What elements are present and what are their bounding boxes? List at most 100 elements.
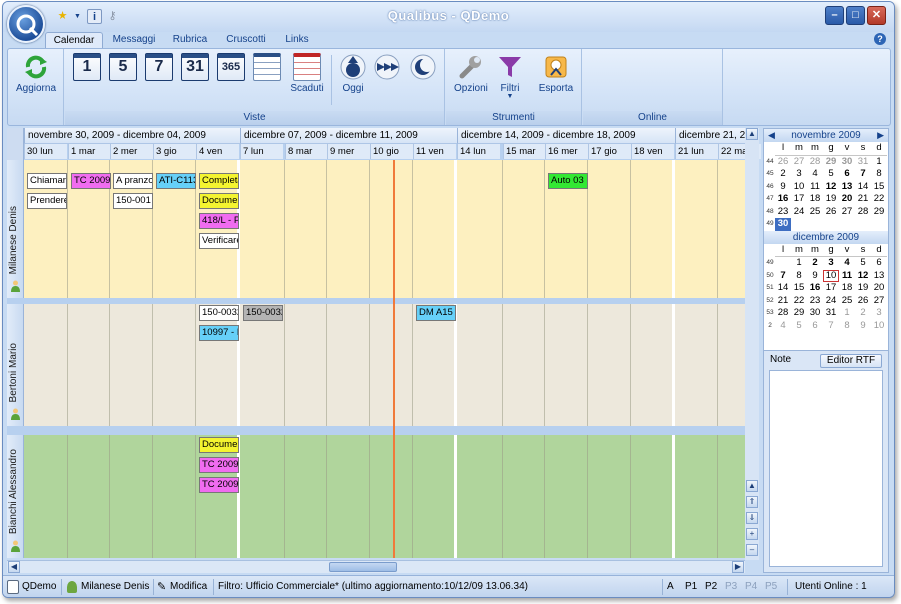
tab-calendar[interactable]: Calendar [45, 32, 103, 48]
day-cell[interactable]: 27 [871, 295, 887, 308]
notes-textarea[interactable] [769, 370, 883, 567]
appointment[interactable]: Completa [199, 173, 239, 189]
day-cell[interactable]: 17 [823, 282, 839, 295]
view-1-day-button[interactable]: 1 [73, 53, 101, 81]
day-cell[interactable]: 26 [775, 156, 791, 169]
view-7-days-button[interactable]: 7 [145, 53, 173, 81]
day-cell[interactable]: 5 [791, 320, 807, 333]
day-header[interactable]: 4 ven [196, 144, 239, 159]
day-cell[interactable]: 13 [871, 270, 887, 283]
status-p3[interactable]: P3 [725, 579, 737, 595]
day-header[interactable]: 30 lun [24, 144, 67, 159]
appointment[interactable]: DM A15 - [416, 305, 456, 321]
day-cell[interactable]: 19 [823, 193, 839, 206]
view-grid-button[interactable] [253, 53, 281, 81]
scroll-right-icon[interactable]: ▶ [732, 561, 744, 573]
opzioni-button[interactable]: Opzioni [454, 53, 488, 94]
day-header[interactable]: 2 mer [110, 144, 153, 159]
day-cell[interactable]: 1 [791, 257, 807, 270]
scroll-thumb[interactable] [329, 562, 397, 572]
day-cell[interactable]: 7 [823, 320, 839, 333]
resource-lane[interactable] [24, 304, 745, 426]
day-cell[interactable]: 1 [839, 307, 855, 320]
chevron-down-icon[interactable]: ▼ [70, 9, 85, 24]
day-cell[interactable]: 12 [855, 270, 871, 283]
day-cell[interactable]: 13 [839, 181, 855, 194]
appointment[interactable]: 150-0032 [199, 305, 239, 321]
day-header[interactable]: 17 gio [588, 144, 631, 159]
appointment[interactable]: ATI-C113 [156, 173, 196, 189]
day-header[interactable]: 8 mar [285, 144, 328, 159]
day-header[interactable]: 14 lun [457, 144, 500, 159]
day-cell[interactable]: 16 [775, 193, 791, 206]
scroll-up-button[interactable]: ▲ [746, 480, 758, 492]
appointment[interactable]: Chiamare [27, 173, 67, 189]
scroll-up-arrow-icon[interactable]: ▲ [746, 128, 758, 140]
day-cell[interactable]: 7 [855, 168, 871, 181]
day-header[interactable]: 3 gio [153, 144, 196, 159]
day-cell[interactable]: 30 [775, 218, 791, 231]
scroll-left-icon[interactable]: ◀ [8, 561, 20, 573]
appointment[interactable]: TC 2009/ [199, 457, 239, 473]
favorites-star-icon[interactable]: ★ [55, 9, 70, 24]
scaduti-button[interactable]: Scaduti [287, 53, 327, 94]
day-cell[interactable]: 31 [855, 156, 871, 169]
day-header[interactable]: 7 lun [240, 144, 283, 159]
scroll-top-button[interactable]: ⇑ [746, 496, 758, 508]
minimize-button[interactable]: – [825, 6, 844, 25]
tab-cruscotti[interactable]: Cruscotti [219, 32, 273, 48]
day-cell[interactable]: 18 [839, 282, 855, 295]
day-cell[interactable]: 20 [871, 282, 887, 295]
day-cell[interactable]: 14 [855, 181, 871, 194]
day-cell[interactable]: 2 [775, 168, 791, 181]
appointment[interactable]: 150-001 [113, 193, 153, 209]
oggi-button[interactable]: Oggi [337, 53, 369, 94]
day-cell[interactable]: 3 [871, 307, 887, 320]
day-cell[interactable]: 4 [807, 168, 823, 181]
day-cell[interactable]: 23 [775, 206, 791, 219]
resource-lane[interactable] [24, 435, 745, 558]
day-cell[interactable]: 26 [823, 206, 839, 219]
day-header[interactable]: 16 mer [545, 144, 588, 159]
day-cell[interactable]: 20 [839, 193, 855, 206]
moon-button[interactable] [409, 53, 437, 81]
status-p5[interactable]: P5 [765, 579, 777, 595]
day-cell[interactable]: 27 [791, 156, 807, 169]
tab-links[interactable]: Links [277, 32, 317, 48]
day-cell[interactable]: 4 [839, 257, 855, 270]
day-cell[interactable]: 9 [775, 181, 791, 194]
esporta-button[interactable]: Esporta [536, 53, 576, 94]
day-cell[interactable]: 10 [871, 320, 887, 333]
day-header[interactable]: 1 mar [68, 144, 111, 159]
day-header[interactable]: 21 lun [675, 144, 718, 159]
day-cell[interactable]: 30 [807, 307, 823, 320]
zoom-out-button[interactable]: – [746, 544, 758, 556]
day-cell[interactable]: 25 [807, 206, 823, 219]
appointment[interactable]: 10997 - F [199, 325, 239, 341]
day-cell[interactable]: 30 [839, 156, 855, 169]
day-cell[interactable]: 3 [791, 168, 807, 181]
prev-month-icon[interactable]: ◀ [768, 129, 775, 142]
day-cell[interactable]: 8 [791, 270, 807, 283]
day-cell[interactable]: 29 [791, 307, 807, 320]
editor-rtf-button[interactable]: Editor RTF [820, 354, 882, 368]
appointment[interactable]: 150-0032 [243, 305, 283, 321]
day-cell[interactable]: 18 [807, 193, 823, 206]
status-a[interactable]: A [667, 579, 674, 595]
appointment[interactable]: 418/L - P [199, 213, 239, 229]
day-cell[interactable]: 6 [871, 257, 887, 270]
day-cell[interactable]: 15 [871, 181, 887, 194]
day-cell[interactable]: 28 [775, 307, 791, 320]
appointment[interactable]: Auto 03 [548, 173, 588, 189]
day-cell[interactable]: 3 [823, 257, 839, 270]
next-period-button[interactable] [373, 53, 401, 81]
day-cell[interactable]: 11 [839, 270, 855, 283]
info-icon[interactable]: i [87, 9, 102, 24]
status-p2[interactable]: P2 [705, 579, 717, 595]
view-365-days-button[interactable]: 365 [217, 53, 245, 81]
day-cell[interactable]: 10 [823, 269, 839, 282]
day-cell[interactable]: 1 [871, 156, 887, 169]
day-cell[interactable]: 21 [775, 295, 791, 308]
day-cell[interactable]: 11 [807, 181, 823, 194]
day-cell[interactable]: 7 [775, 270, 791, 283]
